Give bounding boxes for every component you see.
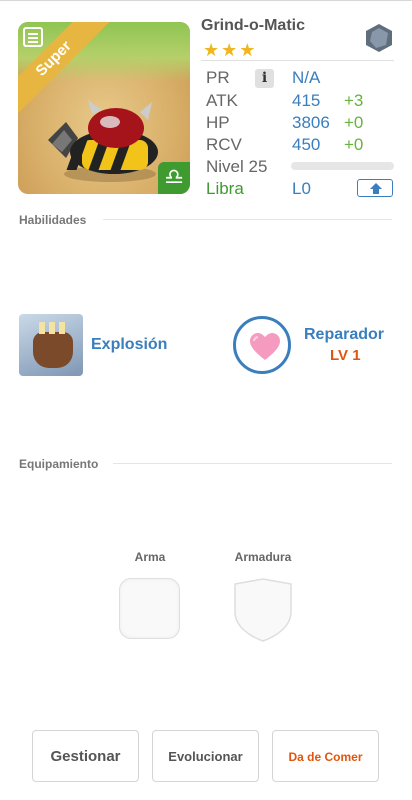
stat-plus: +3 — [344, 91, 364, 110]
stat-value: 3806 — [292, 113, 330, 132]
stat-row-atk: ATK 415 +3 — [206, 91, 394, 113]
armor-slot[interactable] — [233, 578, 293, 642]
zodiac-name: Libra — [206, 179, 244, 198]
manage-button[interactable]: Gestionar — [32, 730, 139, 782]
stat-label: ATK — [206, 91, 238, 110]
feed-button[interactable]: Da de Comer — [272, 730, 379, 782]
stat-label: HP — [206, 113, 230, 132]
monster-portrait[interactable]: Super ♎ — [18, 22, 190, 194]
claw-shape — [33, 322, 73, 368]
level-label: Nivel 25 — [206, 157, 268, 176]
libra-zodiac-icon: ♎ — [158, 162, 190, 194]
xp-progress-bar — [291, 162, 394, 170]
stat-plus: +0 — [344, 113, 364, 132]
weapon-label: Arma — [134, 550, 166, 564]
rank-value: L0 — [292, 179, 311, 198]
armor-label: Armadura — [234, 550, 292, 564]
monster-name: Grind-o-Matic — [201, 17, 305, 34]
stats-divider — [201, 60, 394, 61]
stat-value: 415 — [292, 91, 321, 110]
equipment-header-line — [113, 463, 392, 464]
stat-row-pr: PR i N/A — [206, 68, 394, 90]
skills-header-line — [103, 219, 392, 220]
element-gem-icon — [366, 24, 392, 52]
stat-value: N/A — [292, 68, 321, 87]
stat-label: PR — [206, 68, 230, 87]
stat-row-rcv: RCV 450 +0 — [206, 135, 394, 157]
evolve-button[interactable]: Evolucionar — [152, 730, 259, 782]
stat-value: 450 — [292, 135, 321, 154]
skills-header: Habilidades — [19, 213, 87, 227]
star-rating: ★★★ — [203, 40, 258, 60]
heart-icon — [250, 333, 280, 360]
upgrade-arrow-button[interactable] — [357, 179, 393, 197]
top-divider — [0, 0, 412, 4]
info-icon[interactable]: i — [255, 69, 274, 88]
monster-type-icon — [23, 27, 43, 47]
stat-plus: +0 — [344, 135, 364, 154]
skill-claw-icon[interactable] — [19, 314, 83, 376]
skill-name[interactable]: Explosión — [91, 336, 167, 354]
stat-label: RCV — [206, 135, 242, 154]
weapon-slot[interactable] — [119, 578, 180, 639]
leader-skill-icon[interactable] — [233, 316, 291, 374]
leader-skill-level: LV 1 — [330, 347, 361, 364]
leader-skill-name[interactable]: Reparador — [304, 326, 384, 344]
stat-row-hp: HP 3806 +0 — [206, 113, 394, 135]
equipment-header: Equipamiento — [19, 457, 99, 471]
